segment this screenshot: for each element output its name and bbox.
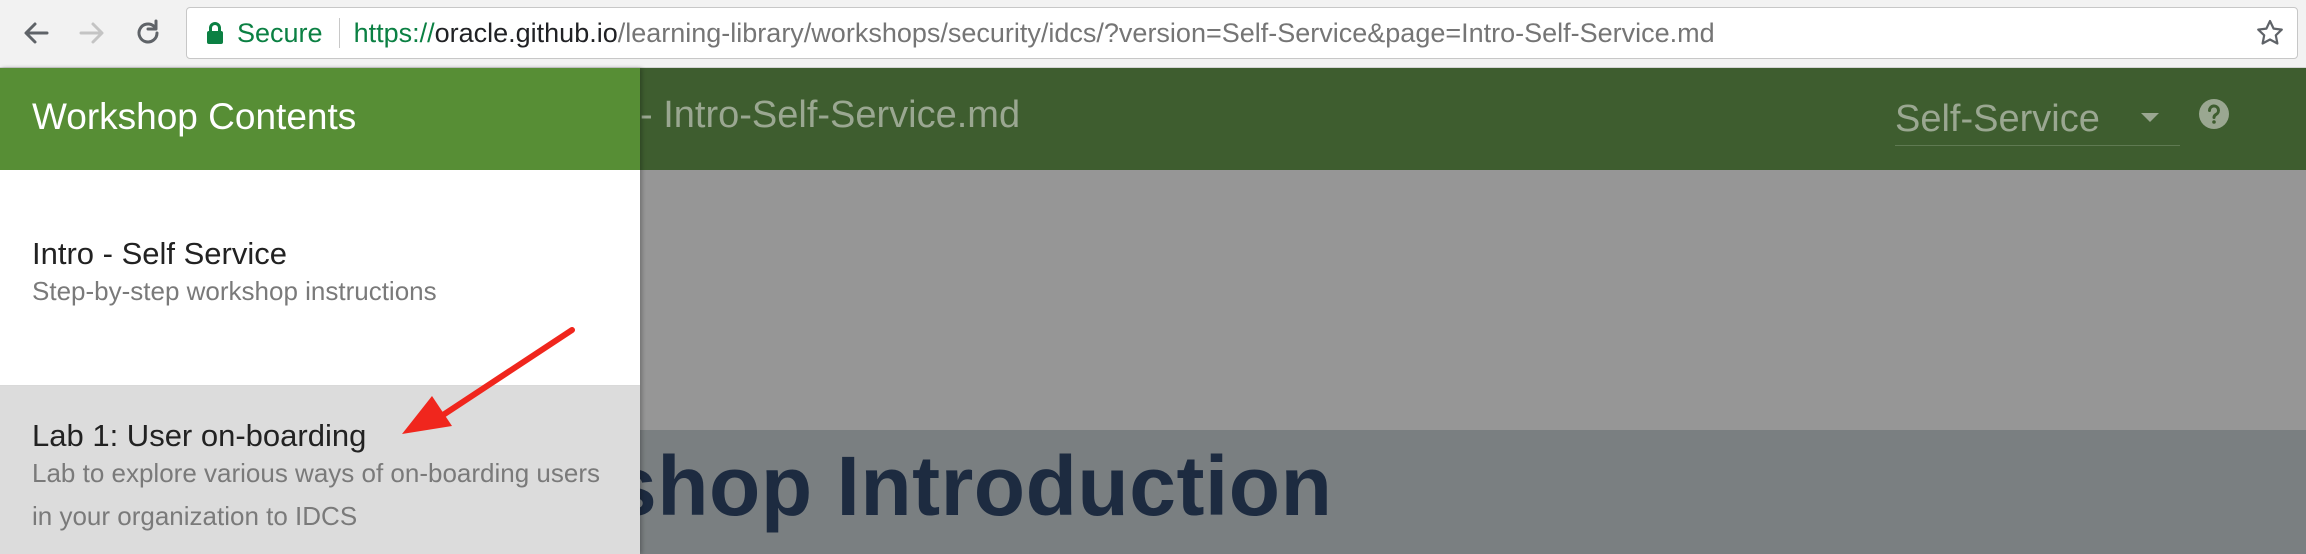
address-bar[interactable]: Secure https://oracle.github.io/learning… — [186, 7, 2298, 59]
url-host: oracle.github.io — [434, 17, 618, 48]
drawer-item-title: Intro - Self Service — [32, 236, 287, 271]
url-scheme: https:// — [353, 17, 435, 48]
arrow-right-icon — [79, 22, 104, 44]
drawer-item-description: Step-by-step workshop instructions — [32, 276, 437, 306]
banner-title: shop Introduction — [610, 439, 1333, 533]
version-select-value: Self-Service — [1895, 98, 2100, 140]
back-button[interactable] — [12, 10, 60, 56]
url-path: /learning-library/workshops/security/idc… — [617, 17, 1715, 48]
arrow-left-icon — [24, 22, 49, 44]
forward-button[interactable] — [68, 10, 116, 56]
omnibox-divider — [338, 18, 340, 48]
drawer-header: Workshop Contents — [0, 68, 640, 170]
reload-button[interactable] — [124, 10, 172, 56]
lock-icon — [205, 21, 225, 45]
reload-icon — [137, 19, 159, 44]
workshop-contents-drawer: Workshop Contents Intro - Self Service S… — [0, 68, 640, 554]
browser-toolbar: Secure https://oracle.github.io/learning… — [0, 0, 2306, 68]
secure-label: Secure — [237, 17, 323, 48]
drawer-title: Workshop Contents — [32, 96, 357, 137]
drawer-item-intro[interactable]: Intro - Self Service Step-by-step worksh… — [0, 170, 640, 386]
drawer-item-lab1[interactable]: Lab 1: User on-boarding Lab to explore v… — [0, 386, 640, 554]
version-select[interactable]: Self-Service — [1895, 92, 2180, 146]
drawer-item-description: Lab to explore various ways of on-boardi… — [32, 458, 600, 531]
drawer-item-title: Lab 1: User on-boarding — [32, 418, 367, 453]
caret-down-icon — [2141, 113, 2159, 122]
help-circle-icon[interactable] — [2198, 98, 2230, 130]
star-icon[interactable] — [2255, 18, 2285, 55]
page-heading-title: - Intro-Self-Service.md — [640, 94, 1021, 136]
